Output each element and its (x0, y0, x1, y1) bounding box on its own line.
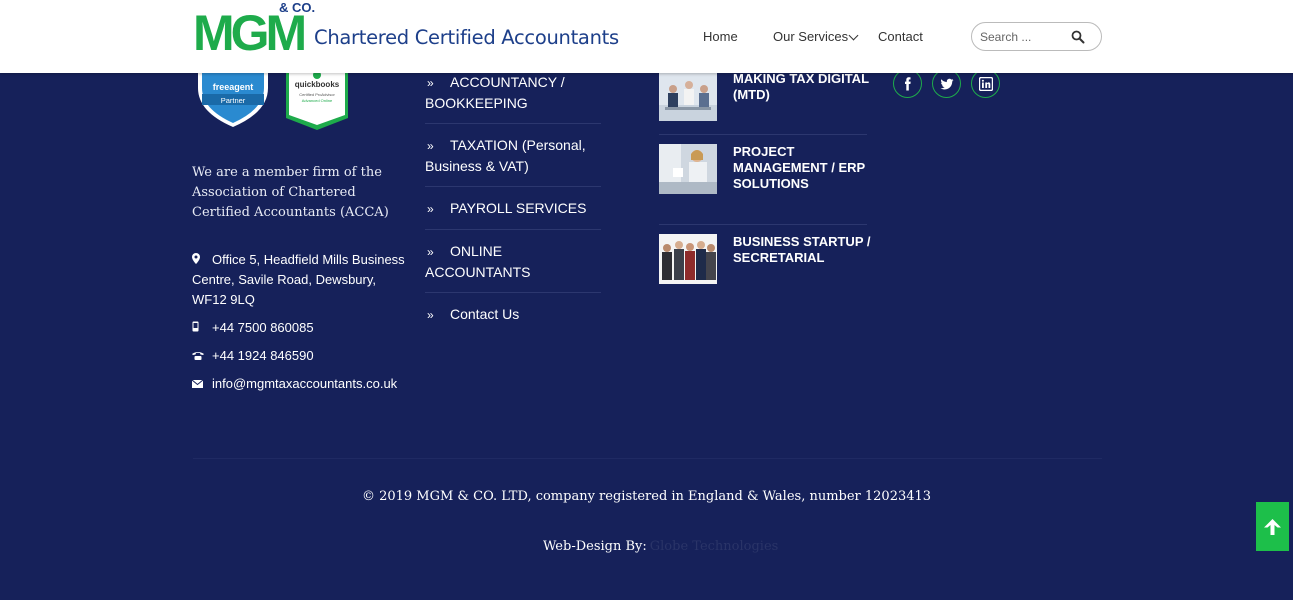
double-chevron-right-icon: » (427, 245, 434, 259)
linkedin-link[interactable] (971, 69, 1000, 98)
search-icon[interactable] (1071, 30, 1085, 44)
chevron-down-icon[interactable] (848, 30, 859, 41)
credit-link[interactable]: Globe Technologies (650, 539, 779, 554)
map-pin-icon (192, 250, 212, 270)
nav-home[interactable]: Home (703, 29, 738, 44)
service-label: TAXATION (Personal, Business & VAT) (425, 137, 586, 174)
contact-email-text[interactable]: info@mgmtaxaccountants.co.uk (212, 376, 397, 391)
contact-address-text: Office 5, Headfield Mills Business Centr… (192, 252, 405, 307)
post-title[interactable]: BUSINESS STARTUP / SECRETARIAL (733, 234, 873, 266)
service-label: Contact Us (450, 306, 520, 322)
double-chevron-right-icon: » (427, 202, 434, 216)
contact-mobile: +44 7500 860085 (192, 318, 407, 338)
back-to-top-button[interactable] (1256, 502, 1289, 551)
double-chevron-right-icon: » (427, 139, 434, 153)
contact-phone: +44 1924 846590 (192, 346, 407, 366)
logo-tagline: Chartered Certified Accountants (314, 26, 619, 49)
service-link-taxation[interactable]: » TAXATION (Personal, Business & VAT) (425, 134, 601, 187)
contact-phone-text[interactable]: +44 1924 846590 (212, 348, 314, 363)
phone-icon (192, 346, 212, 366)
quickbooks-brand: quickbooks (295, 80, 340, 89)
web-design-credit: Web-Design By: Globe Technologies (543, 539, 778, 554)
site-header: MGM & CO. Chartered Certified Accountant… (0, 0, 1293, 73)
facebook-link[interactable] (893, 69, 922, 98)
nav-contact[interactable]: Contact (878, 29, 923, 44)
freeagent-partner-badge: freeagent Partner (198, 72, 268, 127)
logo-co: & CO. (279, 0, 316, 15)
post-divider (659, 134, 867, 135)
post-thumbnail[interactable] (659, 234, 717, 284)
about-text: We are a member firm of the Association … (192, 165, 389, 220)
logo-mark: MGM (193, 5, 307, 61)
freeagent-label: Partner (221, 96, 246, 105)
nav-our-services[interactable]: Our Services (773, 29, 848, 44)
post-thumbnail[interactable] (659, 71, 717, 121)
linkedin-icon (979, 77, 993, 91)
search-box (971, 22, 1102, 51)
post-title[interactable]: MAKING TAX DIGITAL (MTD) (733, 71, 873, 103)
double-chevron-right-icon: » (427, 308, 434, 322)
post-thumbnail[interactable] (659, 144, 717, 194)
service-link-contact-us[interactable]: » Contact Us (425, 303, 601, 335)
service-link-online-accountants[interactable]: » ONLINE ACCOUNTANTS (425, 240, 601, 293)
twitter-icon (940, 78, 954, 90)
twitter-link[interactable] (932, 69, 961, 98)
quickbooks-line1: Certified ProAdvisor (299, 92, 335, 97)
contact-email: info@mgmtaxaccountants.co.uk (191, 374, 407, 394)
copyright-text: © 2019 MGM & CO. LTD, company registered… (0, 489, 1293, 504)
contact-address: Office 5, Headfield Mills Business Centr… (192, 250, 407, 310)
search-input[interactable] (980, 28, 1070, 46)
mobile-icon (192, 318, 212, 338)
email-icon (191, 374, 212, 394)
freeagent-brand: freeagent (213, 82, 254, 92)
post-title[interactable]: PROJECT MANAGEMENT / ERP SOLUTIONS (733, 144, 873, 192)
services-list: » ACCOUNTANCY / BOOKKEEPING » TAXATION (Pe… (425, 71, 601, 335)
quickbooks-line2: Advanced Online (302, 98, 333, 103)
contact-mobile-text[interactable]: +44 7500 860085 (212, 320, 314, 335)
service-label: PAYROLL SERVICES (450, 200, 587, 216)
arrow-up-icon (1264, 519, 1281, 535)
service-link-accountancy[interactable]: » ACCOUNTANCY / BOOKKEEPING (425, 71, 601, 124)
service-link-payroll[interactable]: » PAYROLL SERVICES (425, 197, 601, 230)
footer-divider (193, 458, 1102, 459)
double-chevron-right-icon: » (427, 76, 434, 90)
site-logo[interactable]: MGM & CO. Chartered Certified Accountant… (193, 0, 619, 62)
quickbooks-proadvisor-badge: quickbooks Certified ProAdvisor Advanced… (286, 72, 348, 130)
facebook-icon (905, 77, 911, 91)
post-divider (659, 224, 867, 225)
copyright-label: © 2019 MGM & CO. LTD, company registered… (361, 489, 932, 504)
credit-label: Web-Design By: (543, 539, 647, 554)
